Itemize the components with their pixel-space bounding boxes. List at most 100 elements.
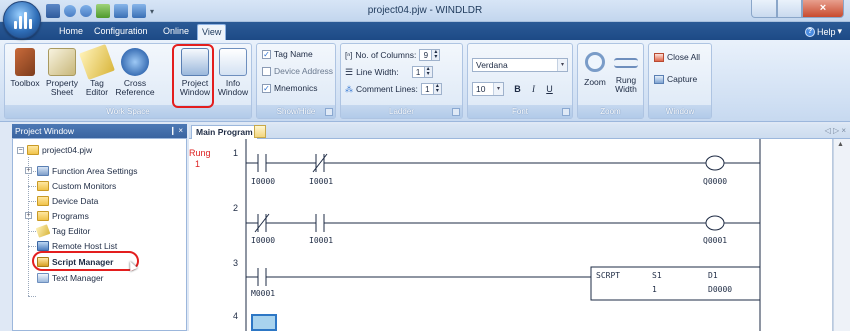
tree-item-custom-monitors[interactable]: Custom Monitors xyxy=(37,181,116,191)
tree-item-project[interactable]: project04.pjw xyxy=(27,145,92,155)
contact-label: I0000 xyxy=(251,177,276,186)
script-manager-highlight xyxy=(32,251,139,271)
collapse-toggle[interactable]: − xyxy=(17,147,24,154)
pane-controls[interactable]: ❙ × xyxy=(169,124,183,138)
tab-configuration[interactable]: Configuration xyxy=(94,26,148,36)
tag-editor-icon xyxy=(79,44,115,80)
device-address-checkbox[interactable]: Device Address xyxy=(262,66,333,76)
project-window-highlight xyxy=(172,44,214,108)
rung-label: Rung xyxy=(189,148,211,158)
group-show-hide: ✓ Tag Name Device Address ✓ Mnemonics Sh… xyxy=(256,43,336,119)
settings-icon xyxy=(37,166,49,176)
contact-label: M0001 xyxy=(251,289,276,298)
line-width-value: 1 xyxy=(415,67,421,77)
ribbon-panel: Toolbox Property Sheet Tag Editor Cross … xyxy=(0,40,850,122)
folder-icon xyxy=(37,211,49,221)
new-tab-icon[interactable] xyxy=(254,125,266,138)
tag-name-checkbox[interactable]: ✓ Tag Name xyxy=(262,49,313,59)
font-launcher[interactable] xyxy=(562,108,570,116)
maximize-button[interactable] xyxy=(777,0,802,18)
tree-line xyxy=(28,246,36,247)
tree-line xyxy=(28,296,36,297)
tab-online[interactable]: Online xyxy=(163,26,189,36)
expand-toggle[interactable]: + xyxy=(25,167,32,174)
zoom-button[interactable]: Zoom xyxy=(581,48,609,87)
comment-lines-icon: ⁂ xyxy=(345,84,353,94)
spinner-arrows-icon[interactable]: ▴ ▾ xyxy=(432,83,441,94)
close-button[interactable]: × xyxy=(802,0,844,18)
scroll-up-icon[interactable]: ▲ xyxy=(837,141,844,148)
font-family-select[interactable]: Verdana ▾ xyxy=(472,58,568,72)
folder-icon xyxy=(37,196,49,206)
bold-button[interactable]: B xyxy=(512,83,523,95)
coil xyxy=(705,215,725,231)
tag-name-check-icon: ✓ xyxy=(262,49,271,59)
tree-item-device-data[interactable]: Device Data xyxy=(37,196,98,206)
tree-item-remote-host-list[interactable]: Remote Host List xyxy=(37,241,117,251)
mnemonics-checkbox[interactable]: ✓ Mnemonics xyxy=(262,83,317,93)
property-sheet-label-2: Sheet xyxy=(50,87,74,97)
instruction-s1-value: 1 xyxy=(652,285,657,294)
tree-item-label: Function Area Settings xyxy=(52,166,138,176)
application-menu-button[interactable] xyxy=(3,1,41,39)
rung-index: 1 xyxy=(195,159,201,169)
tree-item-label: Tag Editor xyxy=(52,226,91,236)
columns-label: No. of Columns: xyxy=(355,50,417,60)
show-hide-launcher[interactable] xyxy=(325,108,333,116)
tag-editor-button[interactable]: Tag Editor xyxy=(79,44,115,97)
underline-button[interactable]: U xyxy=(544,83,555,95)
tree-item-text-manager[interactable]: Text Manager xyxy=(37,273,104,283)
contact-label: I0000 xyxy=(251,236,276,245)
help-button[interactable]: ? Help ▾ xyxy=(804,26,842,37)
tree-item-label: Custom Monitors xyxy=(52,181,117,191)
spinner-arrows-icon[interactable]: ▴ ▾ xyxy=(423,66,432,77)
ladder-diagram xyxy=(245,139,761,331)
group-label-ladder: Ladder xyxy=(341,105,462,118)
text-manager-icon xyxy=(37,273,49,283)
device-address-label: Device Address xyxy=(274,66,334,76)
magnifier-icon xyxy=(585,52,605,72)
group-font: Verdana ▾ 10 ▾ B I U Font xyxy=(467,43,573,119)
ladder-editor[interactable]: Rung 1 1 I0000 I0001 Q0000 2 I0000 I0001… xyxy=(189,139,833,331)
toolbox-button[interactable]: Toolbox xyxy=(7,48,43,88)
font-family-value: Verdana xyxy=(476,60,508,70)
columns-value: 9 xyxy=(423,50,429,60)
group-label-work-space: Work Space xyxy=(5,105,251,118)
tab-view[interactable]: View xyxy=(197,24,227,40)
selected-cell[interactable] xyxy=(251,314,277,331)
tree-item-function-area-settings[interactable]: Function Area Settings xyxy=(37,166,138,176)
close-all-button[interactable]: Close All xyxy=(654,52,700,62)
cross-reference-button[interactable]: Cross Reference xyxy=(115,48,155,97)
rung-width-button[interactable]: Rung Width xyxy=(611,48,641,94)
document-tab-strip: Main Program ◁ ▷ × xyxy=(189,124,850,139)
tree-item-tag-editor[interactable]: Tag Editor xyxy=(35,224,91,238)
ribbon-tab-bar: Home Configuration Online View ? Help ▾ xyxy=(0,22,850,40)
minimize-button[interactable] xyxy=(751,0,777,18)
ladder-launcher[interactable] xyxy=(452,108,460,116)
font-size-select[interactable]: 10 ▾ xyxy=(472,82,504,96)
mnemonics-check-icon: ✓ xyxy=(262,83,271,93)
project-window-title: Project Window xyxy=(15,126,75,136)
chevron-down-icon: ▾ xyxy=(557,59,567,71)
group-label-zoom: Zoom xyxy=(578,105,643,118)
info-window-button[interactable]: Info Window xyxy=(215,48,251,97)
chevron-down-icon: ▾ xyxy=(493,83,503,95)
comment-lines-spinner[interactable]: 1 ▴ ▾ xyxy=(420,83,442,95)
expand-toggle[interactable]: + xyxy=(25,212,32,219)
tree-item-programs[interactable]: Programs xyxy=(37,211,89,221)
line-width-control: ☰ Line Width: 1 ▴ ▾ xyxy=(345,66,433,78)
tab-navigation[interactable]: ◁ ▷ × xyxy=(825,126,846,135)
toolbox-label: Toolbox xyxy=(10,78,40,88)
capture-button[interactable]: Capture xyxy=(654,74,697,84)
spinner-arrows-icon[interactable]: ▴ ▾ xyxy=(431,49,440,60)
tab-home[interactable]: Home xyxy=(59,26,83,36)
columns-spinner[interactable]: 9 ▴ ▾ xyxy=(419,49,441,61)
vertical-scrollbar[interactable]: ▲ xyxy=(833,139,850,331)
line-width-spinner[interactable]: 1 ▴ ▾ xyxy=(411,66,433,78)
property-sheet-button[interactable]: Property Sheet xyxy=(45,48,79,97)
rung-number: 1 xyxy=(233,148,239,158)
italic-button[interactable]: I xyxy=(528,83,539,95)
tab-main-program[interactable]: Main Program xyxy=(191,125,258,139)
columns-control: [ⁿ] No. of Columns: 9 ▴ ▾ xyxy=(345,49,441,61)
tag-editor-label-2: Editor xyxy=(85,87,109,97)
